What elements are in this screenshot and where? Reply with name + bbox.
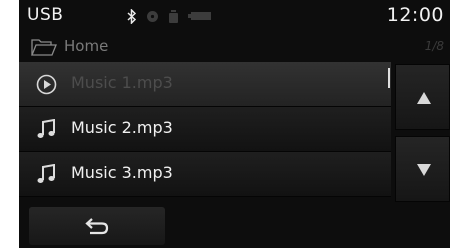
- list-item-label: Music 2.mp3: [71, 118, 173, 137]
- scroll-up-button[interactable]: [395, 64, 450, 130]
- scroll-down-button[interactable]: [395, 136, 450, 202]
- battery-icon: [188, 10, 214, 22]
- back-arrow-icon: [85, 218, 109, 235]
- play-circle-icon: [36, 74, 57, 99]
- back-button[interactable]: [29, 207, 165, 245]
- list-item-label: Music 3.mp3: [71, 163, 173, 182]
- file-list: Music 1.mp3 Music 2.mp3 Music 3.mp3: [19, 62, 391, 198]
- list-item-music-2[interactable]: Music 2.mp3: [19, 107, 391, 152]
- source-label: USB: [27, 5, 64, 25]
- folder-open-icon: [31, 38, 57, 60]
- status-icons: [127, 8, 214, 24]
- disc-icon: [146, 10, 159, 23]
- path-label: Home: [64, 37, 109, 55]
- path-bar: Home 1/8: [19, 31, 450, 62]
- list-item-music-3[interactable]: Music 3.mp3: [19, 152, 391, 197]
- status-bar: USB 12:00: [19, 0, 450, 31]
- music-note-icon: [36, 163, 57, 189]
- music-note-icon: [36, 118, 57, 144]
- scroll-indicator: [388, 68, 390, 88]
- triangle-up-icon: [417, 92, 431, 104]
- clock: 12:00: [386, 4, 444, 26]
- bluetooth-icon: [127, 8, 137, 24]
- list-item-label: Music 1.mp3: [71, 73, 173, 92]
- track-counter: 1/8: [424, 39, 444, 53]
- list-item-music-1[interactable]: Music 1.mp3: [19, 62, 391, 107]
- phone-signal-icon: [168, 9, 179, 24]
- triangle-down-icon: [417, 164, 431, 176]
- media-screen: USB 12:00 Home 1/8 Music 1.mp3 Music 2.m…: [19, 0, 450, 248]
